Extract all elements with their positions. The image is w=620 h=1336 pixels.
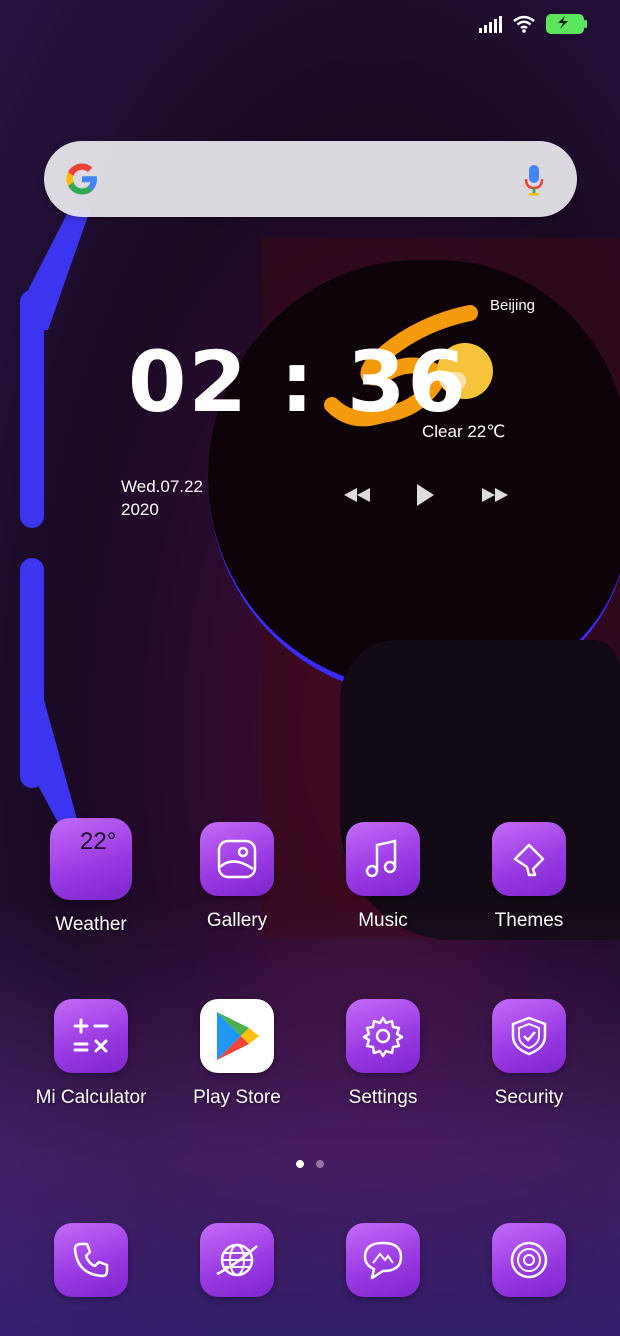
app-security[interactable]: Security: [456, 999, 602, 1109]
app-weather[interactable]: 22° Weather: [18, 818, 164, 936]
play-icon[interactable]: [410, 480, 440, 510]
play-store-icon: [200, 999, 274, 1073]
app-label: Gallery: [206, 910, 268, 931]
wallpaper-blue-shape: [20, 700, 80, 830]
shield-icon: [492, 999, 566, 1073]
browser-icon: [200, 1223, 274, 1297]
dock-camera[interactable]: [456, 1223, 602, 1297]
weather-app-temperature: 22°: [80, 828, 117, 855]
app-music[interactable]: Music: [310, 822, 456, 932]
wallpaper-blue-bar: [20, 290, 44, 528]
phone-icon: [54, 1223, 128, 1297]
messages-icon: [346, 1223, 420, 1297]
fast-forward-icon[interactable]: [478, 480, 512, 510]
page-indicator: [0, 1160, 620, 1168]
dock-phone[interactable]: [18, 1223, 164, 1297]
app-gallery[interactable]: Gallery: [164, 822, 310, 932]
status-bar: [479, 14, 587, 34]
app-label: Settings: [348, 1087, 418, 1108]
gear-icon: [346, 999, 420, 1073]
clock-year: 2020: [121, 500, 159, 519]
google-logo: [66, 163, 97, 195]
rewind-icon[interactable]: [340, 480, 374, 510]
battery-charging-icon: [546, 14, 587, 34]
google-search-bar[interactable]: [44, 141, 577, 217]
dock-browser[interactable]: [164, 1223, 310, 1297]
app-label: Mi Calculator: [35, 1087, 147, 1108]
app-label: Music: [358, 910, 408, 931]
page-dot-active[interactable]: [296, 1160, 304, 1168]
wifi-icon: [513, 15, 535, 33]
dock-messages[interactable]: [310, 1223, 456, 1297]
camera-icon: [492, 1223, 566, 1297]
app-label: Play Store: [193, 1087, 281, 1108]
app-label: Themes: [494, 910, 564, 931]
app-label: Weather: [55, 914, 127, 935]
app-label: Security: [494, 1087, 564, 1108]
music-note-icon: [346, 822, 420, 896]
app-settings[interactable]: Settings: [310, 999, 456, 1109]
paintbrush-icon: [492, 822, 566, 896]
app-play-store[interactable]: Play Store: [164, 999, 310, 1109]
signal-icon: [479, 15, 502, 33]
gallery-icon: [200, 822, 274, 896]
weather-city: Beijing: [490, 297, 536, 314]
weather-app-icon: 22°: [50, 818, 132, 900]
page-dot[interactable]: [316, 1160, 324, 1168]
calculator-icon: [54, 999, 128, 1073]
clock-time[interactable]: 02 : 36: [128, 340, 468, 424]
microphone-icon[interactable]: [523, 163, 545, 197]
app-mi-calculator[interactable]: Mi Calculator: [18, 999, 164, 1109]
clock-date: Wed.07.22: [121, 477, 203, 496]
app-themes[interactable]: Themes: [456, 822, 602, 932]
